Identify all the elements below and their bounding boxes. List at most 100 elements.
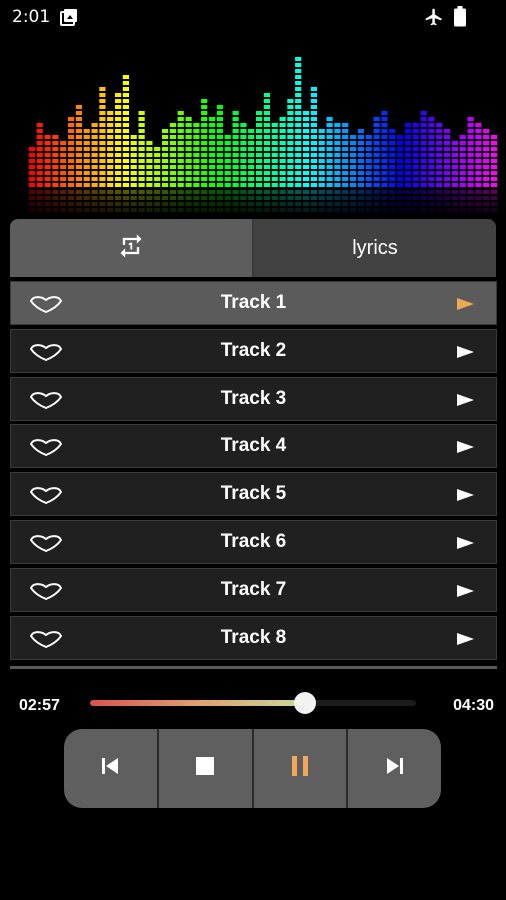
visualizer-bar bbox=[287, 99, 294, 212]
visualizer-bar bbox=[436, 123, 443, 212]
play-track-icon[interactable] bbox=[457, 393, 474, 406]
track-title: Track 4 bbox=[220, 435, 287, 457]
play-track-icon[interactable] bbox=[457, 345, 474, 358]
visualizer-bar bbox=[201, 99, 208, 212]
visualizer-bar bbox=[373, 117, 380, 212]
visualizer-bar bbox=[232, 111, 239, 212]
visualizer-bar bbox=[491, 135, 498, 212]
track-title: Track 1 bbox=[220, 292, 287, 313]
favorite-heart-icon[interactable] bbox=[29, 486, 63, 509]
visualizer-bar bbox=[475, 123, 482, 212]
play-track-icon[interactable] bbox=[457, 489, 474, 502]
pause-button[interactable] bbox=[254, 729, 349, 808]
visualizer-bar bbox=[177, 111, 184, 212]
favorite-heart-icon[interactable] bbox=[29, 582, 63, 605]
track-title: Track 5 bbox=[220, 483, 287, 505]
visualizer-bar bbox=[295, 57, 302, 212]
audio-visualizer bbox=[28, 57, 498, 212]
visualizer-bar bbox=[52, 135, 59, 212]
visualizer-bar bbox=[240, 123, 247, 212]
favorite-heart-icon[interactable] bbox=[29, 534, 63, 557]
stop-button[interactable] bbox=[159, 729, 254, 808]
tab-lyrics[interactable]: lyrics bbox=[254, 219, 496, 277]
visualizer-bar bbox=[334, 123, 341, 212]
visualizer-bar bbox=[483, 129, 490, 212]
visualizer-bar bbox=[130, 135, 137, 212]
visualizer-bar bbox=[303, 111, 310, 212]
visualizer-bar bbox=[451, 141, 458, 212]
visualizer-bar bbox=[162, 129, 169, 212]
track-row[interactable]: Track 1 bbox=[10, 281, 497, 325]
visualizer-bar bbox=[357, 129, 364, 212]
visualizer-bar bbox=[256, 111, 263, 212]
visualizer-bar bbox=[271, 123, 278, 212]
visualizer-bar bbox=[404, 123, 411, 212]
repeat-one-icon bbox=[117, 232, 145, 265]
pause-icon bbox=[290, 755, 310, 782]
visualizer-bar bbox=[185, 117, 192, 212]
status-time: 2:01 bbox=[12, 7, 51, 27]
visualizer-bar bbox=[224, 135, 231, 212]
track-row[interactable]: Track 5 bbox=[10, 472, 497, 517]
track-title: Track 3 bbox=[220, 387, 287, 409]
seek-bar-progress bbox=[90, 700, 306, 706]
visualizer-bar bbox=[169, 123, 176, 212]
visualizer-bar bbox=[428, 117, 435, 212]
visualizer-bar bbox=[420, 111, 427, 212]
visualizer-bar bbox=[397, 135, 404, 212]
visualizer-bar bbox=[216, 105, 223, 212]
play-track-icon[interactable] bbox=[457, 632, 474, 645]
visualizer-bar bbox=[28, 147, 35, 212]
favorite-heart-icon[interactable] bbox=[29, 630, 63, 653]
visualizer-bar bbox=[459, 135, 466, 212]
visualizer-bar bbox=[381, 111, 388, 212]
status-bar: 2:01 bbox=[0, 0, 506, 36]
skip-previous-icon bbox=[99, 755, 121, 782]
track-title: Track 7 bbox=[220, 578, 287, 600]
track-row[interactable]: Track 7 bbox=[10, 567, 497, 612]
visualizer-bar bbox=[389, 129, 396, 212]
current-time: 02:57 bbox=[19, 697, 60, 714]
next-button[interactable] bbox=[348, 729, 441, 808]
visualizer-bar bbox=[75, 105, 82, 212]
favorite-heart-icon[interactable] bbox=[29, 438, 63, 461]
tab-lyrics-label: lyrics bbox=[352, 236, 398, 259]
visualizer-bar bbox=[99, 87, 106, 212]
favorite-heart-icon[interactable] bbox=[29, 295, 63, 318]
visualizer-bar bbox=[154, 147, 161, 212]
stop-icon bbox=[195, 756, 215, 781]
seek-bar[interactable] bbox=[90, 692, 416, 714]
track-row[interactable]: Track 6 bbox=[10, 519, 497, 564]
visualizer-bar bbox=[138, 111, 145, 212]
visualizer-bar bbox=[68, 117, 75, 212]
visualizer-bar bbox=[107, 111, 114, 212]
previous-button[interactable] bbox=[64, 729, 159, 808]
visualizer-bar bbox=[350, 135, 357, 212]
track-row[interactable]: Track 3 bbox=[10, 376, 497, 421]
battery-icon bbox=[454, 6, 466, 32]
track-row[interactable]: Track 2 bbox=[10, 328, 497, 373]
visualizer-bar bbox=[146, 141, 153, 212]
favorite-heart-icon[interactable] bbox=[29, 391, 63, 414]
play-track-icon[interactable] bbox=[457, 441, 474, 454]
track-title: Track 8 bbox=[220, 626, 287, 648]
track-row[interactable]: Track 8 bbox=[10, 615, 497, 660]
play-track-icon[interactable] bbox=[457, 298, 474, 310]
visualizer-bar bbox=[263, 93, 270, 212]
track-row[interactable]: Track 4 bbox=[10, 424, 497, 469]
favorite-heart-icon[interactable] bbox=[29, 343, 63, 366]
visualizer-bar bbox=[444, 129, 451, 212]
notification-gallery-icon bbox=[60, 8, 78, 31]
play-track-icon[interactable] bbox=[457, 584, 474, 597]
seek-bar-thumb[interactable] bbox=[294, 692, 317, 714]
tab-repeat[interactable] bbox=[10, 219, 254, 277]
visualizer-bar bbox=[248, 129, 255, 212]
track-title: Track 6 bbox=[220, 530, 287, 552]
play-track-icon[interactable] bbox=[457, 536, 474, 549]
visualizer-bar bbox=[279, 117, 286, 212]
visualizer-bar bbox=[467, 117, 474, 212]
visualizer-bar bbox=[365, 135, 372, 212]
visualizer-bar bbox=[310, 87, 317, 212]
airplane-mode-icon bbox=[424, 7, 444, 32]
skip-next-icon bbox=[384, 755, 406, 782]
